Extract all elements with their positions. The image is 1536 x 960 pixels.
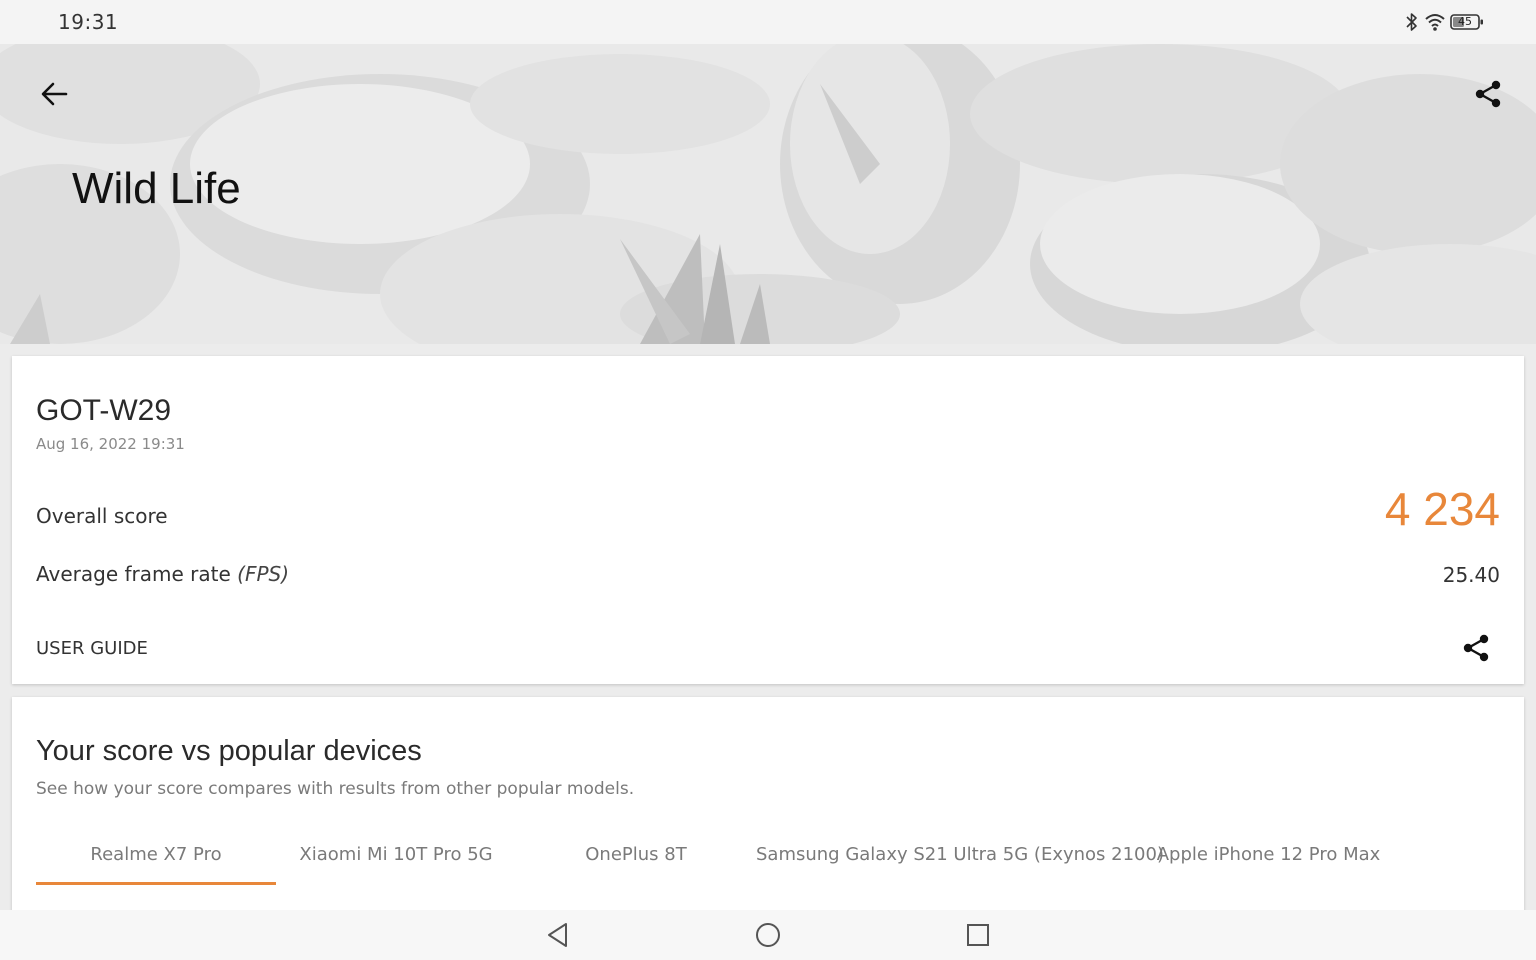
- share-icon: [1463, 634, 1489, 662]
- overall-score-label: Overall score: [36, 504, 168, 528]
- wifi-icon: [1424, 12, 1446, 32]
- tab-xiaomi-mi-10t-pro-5g[interactable]: Xiaomi Mi 10T Pro 5G: [276, 837, 516, 885]
- result-date: Aug 16, 2022 19:31: [36, 435, 185, 453]
- system-nav-bar: [0, 910, 1536, 960]
- tab-oneplus-8t[interactable]: OnePlus 8T: [516, 837, 756, 885]
- fps-unit: (FPS): [237, 562, 290, 586]
- device-tabs: Realme X7 Pro Xiaomi Mi 10T Pro 5G OnePl…: [36, 837, 1496, 887]
- user-guide-button[interactable]: USER GUIDE: [36, 638, 148, 659]
- battery-icon: 45: [1450, 12, 1484, 32]
- fps-value: 25.40: [1442, 563, 1500, 587]
- tab-samsung-galaxy-s21-ultra[interactable]: Samsung Galaxy S21 Ultra 5G (Exynos 2100…: [756, 837, 1164, 885]
- arrow-left-icon: [41, 82, 68, 106]
- compare-card: Your score vs popular devices See how yo…: [12, 697, 1524, 917]
- fps-label-text: Average frame rate: [36, 562, 231, 586]
- fps-label: Average frame rate (FPS): [36, 562, 289, 586]
- recents-square-icon: [967, 924, 989, 946]
- overall-score-value: 4 234: [1384, 483, 1500, 535]
- nav-home-button[interactable]: [751, 918, 785, 952]
- result-card: GOT-W29 Aug 16, 2022 19:31 Overall score…: [12, 356, 1524, 684]
- home-circle-icon: [756, 923, 780, 947]
- back-button[interactable]: [34, 74, 74, 114]
- nav-back-button[interactable]: [541, 918, 575, 952]
- bluetooth-icon: [1404, 12, 1420, 32]
- status-time: 19:31: [58, 10, 119, 34]
- page-title: Wild Life: [72, 164, 241, 213]
- tab-realme-x7-pro[interactable]: Realme X7 Pro: [36, 837, 276, 885]
- status-bar: 19:31 45: [0, 0, 1536, 44]
- share-button-header[interactable]: [1468, 74, 1508, 114]
- tab-apple-iphone-12-pro-max[interactable]: Apple iPhone 12 Pro Max: [1146, 837, 1391, 885]
- device-name: GOT-W29: [36, 394, 172, 427]
- battery-level: 45: [1458, 15, 1472, 28]
- status-icons: 45: [1404, 12, 1484, 32]
- nav-recents-button[interactable]: [961, 918, 995, 952]
- back-triangle-icon: [548, 923, 567, 947]
- share-icon: [1475, 80, 1501, 108]
- compare-title: Your score vs popular devices: [36, 735, 422, 767]
- hero-banner: Wild Life: [0, 44, 1536, 344]
- share-button-result[interactable]: [1456, 628, 1496, 668]
- compare-subtitle: See how your score compares with results…: [36, 779, 635, 799]
